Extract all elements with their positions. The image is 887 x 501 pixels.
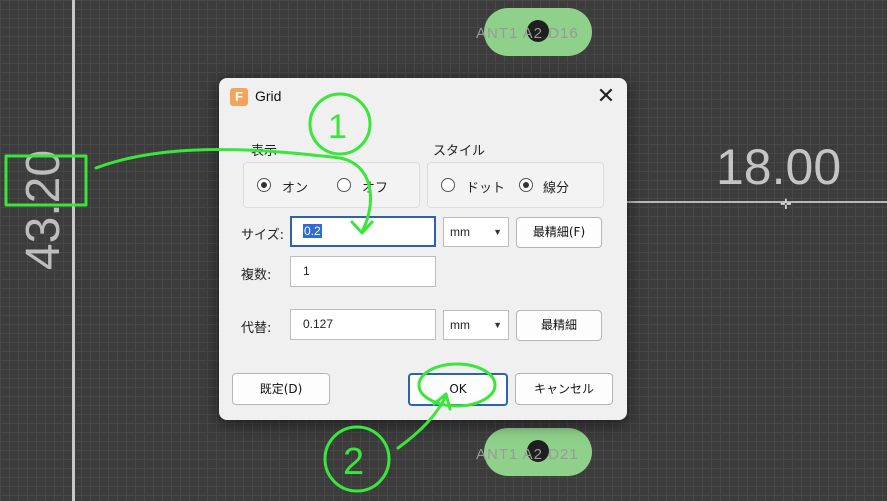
display-off-radio[interactable] xyxy=(337,178,351,192)
alt-unit-value: mm xyxy=(450,318,470,332)
grid-dialog: F Grid ✕ 表示 オン オフ スタイル ドット 線分 サイズ: 0.2 m… xyxy=(219,78,627,420)
size-input[interactable]: 0.2 xyxy=(290,216,436,247)
multiple-input[interactable]: 1 xyxy=(290,256,436,287)
size-finest-button[interactable]: 最精細(F) xyxy=(516,217,602,248)
size-unit-select[interactable]: mm ▼ xyxy=(443,217,509,247)
size-value: 0.2 xyxy=(303,224,322,238)
style-dot-label[interactable]: ドット xyxy=(466,177,505,196)
chevron-down-icon: ▼ xyxy=(493,227,502,237)
default-button[interactable]: 既定(D) xyxy=(232,373,330,405)
grid-axis-horizontal xyxy=(626,201,887,203)
close-icon[interactable]: ✕ xyxy=(593,84,619,110)
style-group-label: スタイル xyxy=(433,144,486,159)
size-label: サイズ: xyxy=(241,228,284,243)
dialog-title: Grid xyxy=(255,88,282,104)
display-on-radio[interactable] xyxy=(257,178,271,192)
style-dot-radio[interactable] xyxy=(441,178,455,192)
alt-input[interactable]: 0.127 xyxy=(290,309,436,340)
display-group-label: 表示 xyxy=(251,144,278,159)
chevron-down-icon: ▼ xyxy=(493,320,502,330)
style-line-radio[interactable] xyxy=(519,178,533,192)
dialog-titlebar: F Grid ✕ xyxy=(219,78,627,116)
alt-unit-select[interactable]: mm ▼ xyxy=(443,310,509,340)
alt-label: 代替: xyxy=(241,321,272,336)
display-off-label[interactable]: オフ xyxy=(362,177,388,196)
pad-bottom-label: ANT1 A2 D21 xyxy=(476,446,579,463)
cancel-button[interactable]: キャンセル xyxy=(515,373,613,405)
ok-button[interactable]: OK xyxy=(408,373,508,406)
app-logo-icon: F xyxy=(230,88,248,106)
display-on-label[interactable]: オン xyxy=(282,177,308,196)
dimension-vertical: 43.20 xyxy=(17,149,70,271)
annotation-step-2-circle xyxy=(323,425,391,493)
dimension-horizontal: 18.00 xyxy=(716,139,842,195)
style-line-label[interactable]: 線分 xyxy=(543,177,569,196)
size-unit-value: mm xyxy=(450,225,470,239)
alt-finest-button[interactable]: 最精細 xyxy=(516,310,602,341)
crosshair-icon: ✛ xyxy=(780,197,792,213)
multiple-label: 複数: xyxy=(241,268,272,283)
annotation-step-2-label: 2 xyxy=(343,441,364,483)
pad-top-label: ANT1 A2 D16 xyxy=(476,25,579,42)
